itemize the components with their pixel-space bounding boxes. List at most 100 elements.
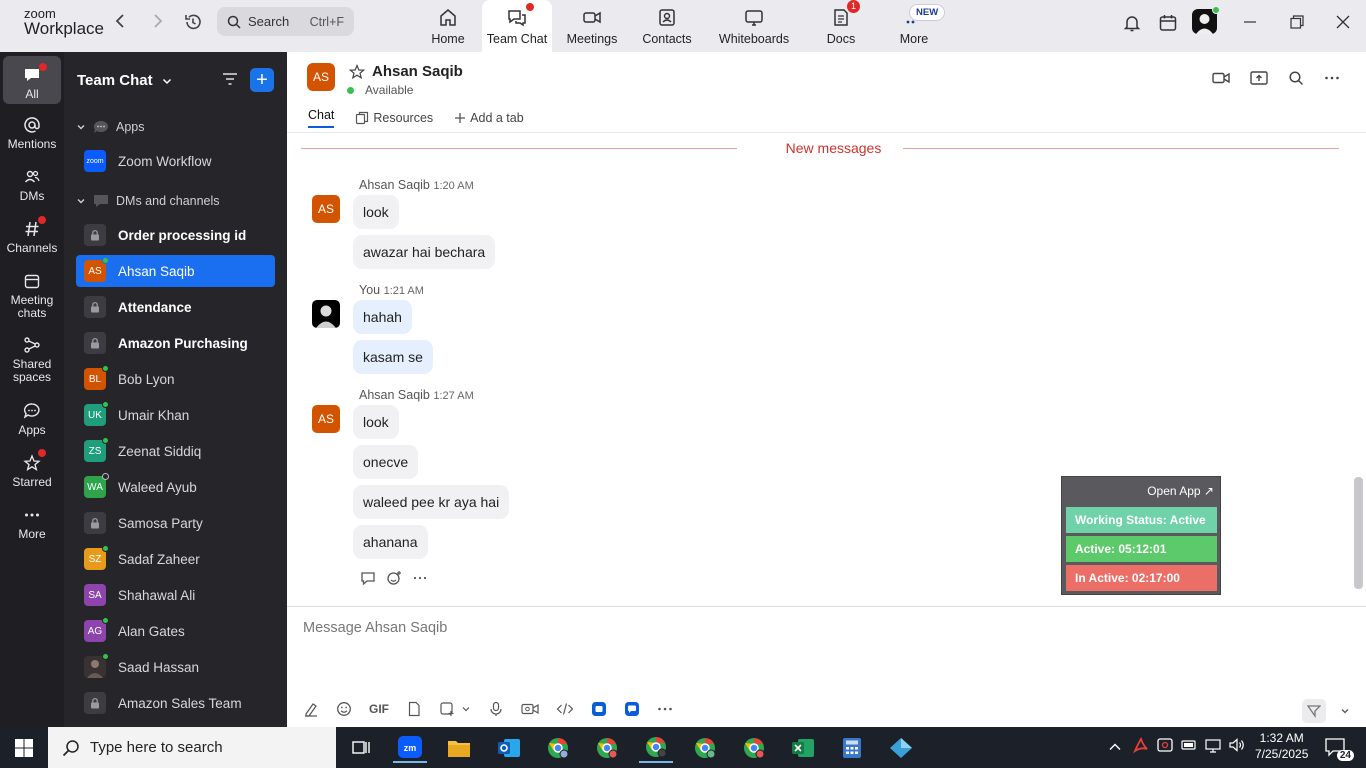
emoji-reaction-icon[interactable]	[386, 570, 402, 586]
message-input[interactable]: Message Ahsan Saqib	[303, 620, 447, 636]
tray-app-icon[interactable]	[1156, 736, 1174, 754]
sidebar-item-sadaf-zaheer[interactable]: SZ Sadaf Zaheer	[76, 543, 275, 575]
tab-contacts[interactable]: Contacts	[632, 0, 702, 52]
compose-area[interactable]: Message Ahsan Saqib GIF	[287, 606, 1366, 727]
acrobat-icon[interactable]	[1132, 736, 1150, 754]
sidebar-item-zoom-workflow[interactable]: zoom Zoom Workflow	[76, 145, 275, 177]
search-box[interactable]: Search Ctrl+F	[217, 7, 354, 36]
video-message-icon[interactable]	[521, 701, 539, 717]
tab-team-chat[interactable]: Team Chat	[482, 0, 552, 52]
screenshot-icon[interactable]	[439, 701, 471, 717]
restore-icon[interactable]	[1290, 15, 1304, 29]
tab-more[interactable]: NEW More	[876, 0, 952, 52]
video-call-icon[interactable]	[1212, 70, 1230, 86]
sidebar-item-amazon-purchasing[interactable]: Amazon Purchasing	[76, 327, 275, 359]
microphone-icon[interactable]	[488, 701, 504, 717]
sidebar-item-order-processing-id[interactable]: Order processing id	[76, 219, 275, 251]
gif-button[interactable]: GIF	[369, 702, 389, 716]
code-snippet-icon[interactable]	[556, 701, 574, 717]
network-icon[interactable]	[1204, 736, 1222, 754]
more-options-icon[interactable]	[657, 701, 673, 717]
tab-resources[interactable]: Resources	[355, 108, 433, 128]
sidebar-item-zeenat-siddiq[interactable]: ZS Zeenat Siddiq	[76, 435, 275, 467]
app-diamond-icon[interactable]	[884, 733, 918, 763]
tab-add[interactable]: Add a tab	[454, 108, 524, 128]
battery-icon[interactable]	[1180, 736, 1198, 754]
rail-item-mentions[interactable]: Mentions	[0, 116, 64, 151]
avatar-photo[interactable]	[312, 300, 340, 328]
chevron-up-icon[interactable]	[1108, 740, 1122, 754]
app-blue-icon[interactable]	[591, 701, 607, 717]
avatar[interactable]: AS	[307, 63, 335, 91]
send-button[interactable]	[1302, 699, 1326, 723]
rail-item-dms[interactable]: DMs	[0, 168, 64, 203]
forward-arrow-icon[interactable]	[148, 12, 168, 32]
sidebar-item-samosa-party[interactable]: Samosa Party	[76, 507, 275, 539]
outlook-icon[interactable]	[492, 733, 526, 763]
chrome-profile-icon[interactable]	[688, 733, 722, 763]
avatar[interactable]: AS	[312, 405, 340, 433]
rail-item-starred[interactable]: Starred	[0, 449, 64, 489]
message-bubble[interactable]: waleed pee kr aya hai	[353, 485, 510, 519]
open-app-link[interactable]: Open App ↗	[1147, 484, 1214, 498]
message-bubble[interactable]: onecve	[353, 445, 419, 479]
sidebar-title[interactable]: Team Chat	[77, 72, 173, 89]
file-icon[interactable]	[406, 701, 422, 717]
rail-item-all[interactable]: All	[3, 56, 61, 104]
rail-item-meeting-chats[interactable]: Meeting chats	[0, 272, 64, 320]
sidebar-item-alan-gates[interactable]: AG Alan Gates	[76, 615, 275, 647]
new-chat-button[interactable]: +	[250, 68, 274, 92]
reply-icon[interactable]	[360, 570, 376, 586]
sidebar-item-waleed-ayub[interactable]: WA Waleed Ayub	[76, 471, 275, 503]
message-bubble[interactable]: look	[353, 405, 399, 439]
profile-avatar[interactable]	[1192, 6, 1220, 34]
filter-icon[interactable]	[221, 71, 239, 87]
more-options-icon[interactable]	[1324, 70, 1340, 86]
chrome-icon[interactable]	[541, 733, 575, 763]
excel-icon[interactable]	[786, 733, 820, 763]
sidebar-item-saad-hassan[interactable]: Saad Hassan	[76, 651, 275, 683]
sidebar-item-shahawal-ali[interactable]: SA Shahawal Ali	[76, 579, 275, 611]
star-icon[interactable]	[349, 63, 365, 80]
emoji-icon[interactable]	[336, 701, 352, 717]
rail-item-more[interactable]: More	[0, 506, 64, 541]
message-bubble[interactable]: kasam se	[353, 340, 433, 374]
sidebar-item-amazon-sales-team[interactable]: Amazon Sales Team	[76, 687, 275, 719]
chrome-profile-icon[interactable]	[590, 733, 624, 763]
volume-icon[interactable]	[1228, 736, 1246, 754]
message-bubble[interactable]: ahanana	[353, 525, 428, 559]
share-screen-icon[interactable]	[1250, 70, 1268, 86]
task-view-icon[interactable]	[344, 733, 378, 763]
tab-docs[interactable]: 1 Docs	[806, 0, 876, 52]
contact-name[interactable]: Ahsan Saqib	[372, 63, 463, 80]
rail-item-channels[interactable]: Channels	[0, 216, 64, 255]
tab-chat[interactable]: Chat	[308, 108, 335, 128]
back-arrow-icon[interactable]	[112, 12, 132, 32]
search-icon[interactable]	[1288, 70, 1304, 86]
rail-item-shared-spaces[interactable]: Shared spaces	[0, 336, 64, 384]
sidebar-item-attendance[interactable]: Attendance	[76, 291, 275, 323]
message-bubble[interactable]: awazar hai bechara	[353, 235, 496, 269]
more-options-icon[interactable]	[412, 570, 428, 586]
system-clock[interactable]: 1:32 AM 7/25/2025	[1255, 730, 1308, 762]
tab-whiteboards[interactable]: Whiteboards	[702, 0, 806, 52]
format-icon[interactable]	[303, 701, 319, 717]
windows-start-icon[interactable]	[15, 739, 33, 757]
zoom-app-icon[interactable]: zm	[393, 733, 427, 763]
chrome-active-icon[interactable]	[639, 733, 673, 763]
chrome-profile-icon[interactable]	[737, 733, 771, 763]
tab-meetings[interactable]: Meetings	[552, 0, 632, 52]
message-bubble[interactable]: look	[353, 195, 399, 229]
rail-item-apps[interactable]: Apps	[0, 402, 64, 437]
chat-scrollbar[interactable]	[1354, 477, 1363, 589]
sidebar-item-umair-khan[interactable]: UK Umair Khan	[76, 399, 275, 431]
avatar[interactable]: AS	[312, 195, 340, 223]
calendar-icon[interactable]	[1158, 13, 1178, 33]
file-explorer-icon[interactable]	[442, 733, 476, 763]
close-icon[interactable]	[1336, 15, 1350, 29]
chevron-down-icon[interactable]	[1340, 706, 1350, 716]
history-icon[interactable]	[183, 12, 203, 32]
notifications-icon[interactable]: 24	[1324, 737, 1354, 761]
section-apps[interactable]: Apps	[76, 119, 145, 135]
sidebar-item-ahsan-saqib[interactable]: AS Ahsan Saqib	[76, 255, 275, 287]
